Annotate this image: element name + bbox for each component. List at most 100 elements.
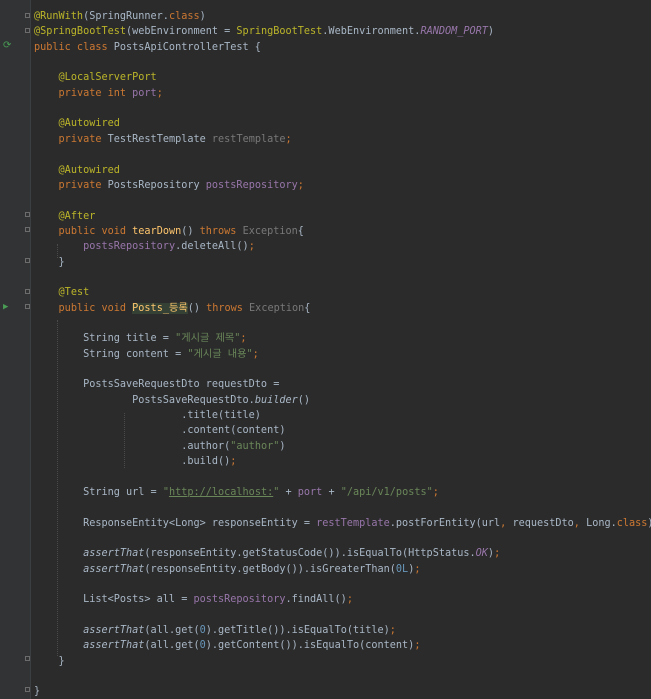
code-line[interactable]: .build(); — [34, 454, 236, 469]
code-line[interactable]: } — [34, 654, 65, 669]
code-line[interactable]: ResponseEntity<Long> responseEntity = re… — [34, 516, 651, 531]
code-token: assertThat — [83, 548, 145, 560]
code-token: assertThat — [83, 640, 145, 652]
code-token: () — [181, 225, 200, 237]
code-token: ; — [389, 625, 396, 636]
gutter — [0, 0, 30, 699]
run-test-class-icon[interactable]: ⟳ — [3, 40, 11, 52]
code-token: ; — [248, 241, 255, 253]
code-token: ; — [297, 179, 304, 191]
code-line[interactable]: .content(content) — [34, 423, 285, 438]
fold-marker[interactable] — [25, 289, 30, 294]
code-line[interactable]: } — [34, 255, 65, 270]
code-line[interactable]: .title(title) — [34, 408, 261, 423]
code-token: ) — [487, 26, 495, 38]
code-token: String content = — [34, 348, 188, 360]
code-token: (all.get( — [144, 640, 200, 652]
code-token: throws — [199, 225, 243, 237]
code-token: ; — [432, 486, 439, 498]
code-token: .author( — [34, 440, 231, 452]
code-token: port — [132, 87, 157, 99]
code-token: .build() — [34, 456, 231, 468]
code-token: "/api/v1/posts" — [340, 486, 433, 498]
code-line[interactable]: String content = "게시글 내용"; — [34, 347, 259, 362]
fold-marker[interactable] — [25, 227, 30, 232]
code-token: ) — [647, 518, 651, 529]
code-token: restTemplate — [316, 517, 390, 529]
code-token: ; — [230, 456, 237, 468]
code-line[interactable]: PostsSaveRequestDto.builder() — [34, 393, 310, 408]
code-token: PostsSaveRequestDto. — [34, 394, 255, 406]
code-token: (all.get( — [144, 625, 200, 636]
code-line[interactable]: assertThat(responseEntity.getStatusCode(… — [34, 546, 500, 561]
code-line[interactable]: private PostsRepository postsRepository; — [34, 178, 304, 193]
code-line[interactable]: @After — [34, 209, 96, 224]
code-token: postsRepository — [193, 594, 286, 606]
code-line[interactable]: assertThat(all.get(0).getContent()).isEq… — [34, 638, 420, 653]
code-line[interactable]: private TestRestTemplate restTemplate; — [34, 132, 292, 147]
code-line[interactable]: assertThat(responseEntity.getBody()).isG… — [34, 562, 420, 577]
code-line[interactable]: @Test — [34, 285, 90, 300]
code-line[interactable]: @RunWith(SpringRunner.class) — [34, 9, 206, 24]
code-token: TestRestTemplate — [107, 133, 212, 145]
code-token: + — [322, 486, 341, 498]
code-token: tearDown — [132, 225, 182, 237]
code-line[interactable]: String title = "게시글 제목"; — [34, 331, 246, 346]
code-line[interactable]: .author("author") — [34, 439, 285, 454]
code-token: String title = — [34, 333, 176, 345]
code-token: (SpringRunner. — [83, 11, 169, 22]
code-token: "게시글 내용" — [187, 348, 253, 360]
code-line[interactable]: @LocalServerPort — [34, 70, 157, 85]
code-line[interactable]: @SpringBootTest(webEnvironment = SpringB… — [34, 24, 494, 39]
code-token: (responseEntity.getBody()).isGreaterThan… — [144, 563, 396, 575]
code-token: ; — [285, 133, 292, 145]
code-token: Posts_등록 — [132, 302, 188, 314]
code-line[interactable]: } — [34, 684, 40, 699]
code-line[interactable]: @Autowired — [34, 163, 120, 178]
code-token: () — [187, 302, 207, 314]
code-line[interactable]: @Autowired — [34, 116, 120, 131]
code-token: @LocalServerPort — [58, 72, 157, 84]
code-token: RANDOM_PORT — [420, 26, 488, 38]
code-token: .findAll() — [285, 594, 347, 606]
fold-marker[interactable] — [25, 13, 30, 18]
code-line[interactable]: String url = "http://localhost:" + port … — [34, 485, 439, 500]
code-token: .title(title) — [34, 410, 261, 422]
code-token: @Autowired — [58, 164, 120, 176]
code-token: { — [304, 302, 311, 314]
code-line[interactable]: public class PostsApiControllerTest { — [34, 40, 261, 55]
code-line[interactable]: postsRepository.deleteAll(); — [34, 239, 255, 254]
code-token: restTemplate — [211, 133, 286, 145]
code-line[interactable]: List<Posts> all = postsRepository.findAl… — [34, 592, 353, 607]
code-token: ; — [346, 594, 353, 606]
code-token: @SpringBootTest — [34, 26, 127, 38]
fold-marker[interactable] — [25, 28, 30, 33]
code-token: @Autowired — [58, 118, 120, 130]
run-test-method-icon[interactable]: ▶ — [3, 301, 8, 313]
fold-marker[interactable] — [25, 212, 30, 217]
code-line[interactable]: private int port; — [34, 86, 163, 101]
code-token: Exception — [249, 302, 305, 314]
fold-marker[interactable] — [25, 687, 30, 692]
code-line[interactable]: assertThat(all.get(0).getTitle()).isEqua… — [34, 623, 396, 638]
fold-marker[interactable] — [25, 258, 30, 263]
code-editor[interactable]: ⟳ ▶ @RunWith(SpringRunner.class) @SpringB… — [0, 0, 651, 699]
code-token: .deleteAll() — [175, 241, 249, 253]
fold-marker[interactable] — [25, 656, 30, 661]
code-line[interactable]: public void tearDown() throws Exception{ — [34, 224, 304, 239]
code-token: + — [279, 486, 298, 498]
code-line[interactable]: PostsSaveRequestDto requestDto = — [34, 377, 279, 392]
fold-marker[interactable] — [25, 304, 30, 309]
code-line[interactable]: public void Posts_등록() throws Exception{ — [34, 301, 310, 316]
